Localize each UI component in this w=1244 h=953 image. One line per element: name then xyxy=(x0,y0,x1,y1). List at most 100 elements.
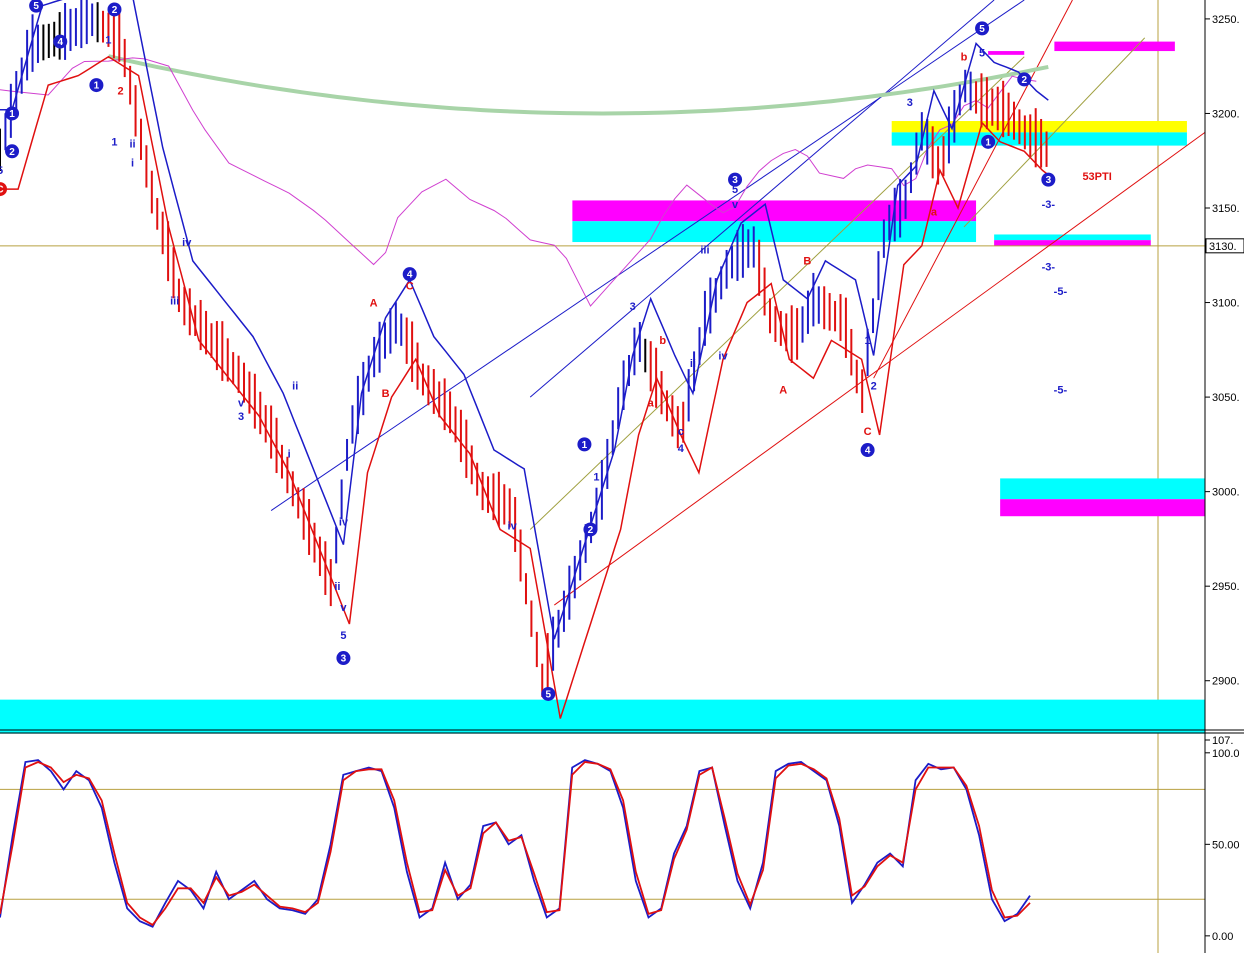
wave-circle-label: 2 xyxy=(583,522,598,537)
osc-tick-label: 107. xyxy=(1212,735,1233,747)
price-panel: 5121iiiiviiiv3iiiiviiv5ABCiv13bac4iiiiii… xyxy=(0,0,1206,953)
wave-circle-text: 1 xyxy=(94,81,100,92)
wave-circle-text: 2 xyxy=(112,5,118,16)
price-zone xyxy=(1000,499,1205,517)
wave-circle-text: 2 xyxy=(9,147,15,158)
wave-label: -5- xyxy=(1054,286,1068,298)
price-zone xyxy=(1054,41,1175,52)
wave-circle-text: 1 xyxy=(9,109,15,120)
price-zone xyxy=(891,132,1187,146)
wave-circle-label: 4 xyxy=(402,267,417,282)
price-zone xyxy=(994,240,1151,246)
wave-circle-text: 5 xyxy=(33,1,39,12)
pti-annotation: 53PTI xyxy=(1082,171,1111,183)
last-price-label: 3130. xyxy=(1209,241,1237,253)
wave-label: b xyxy=(961,52,968,64)
wave-circle-text: 2 xyxy=(1021,75,1027,86)
wave-label: ii xyxy=(129,138,135,150)
wave-circle-text: 4 xyxy=(865,446,871,457)
wave-circle-label: 2 xyxy=(5,144,20,159)
wave-label: B xyxy=(803,256,811,268)
oscillator-series-line xyxy=(0,759,1031,928)
wave-circle-label: 5 xyxy=(541,686,556,701)
wave-label: v xyxy=(732,199,739,211)
wave-label: 2 xyxy=(117,86,123,98)
wave-label: 1 xyxy=(111,137,117,149)
wave-circle-text: 3 xyxy=(1046,175,1052,186)
lower-band xyxy=(0,55,1049,719)
wave-circle-text: 1 xyxy=(582,440,588,451)
chart-canvas: 5121iiiiviiiv3iiiiviiv5ABCiv13bac4iiiiii… xyxy=(0,0,1244,953)
price-zone xyxy=(994,234,1151,241)
wave-label: 1 xyxy=(105,34,111,46)
wave-label: 4 xyxy=(678,443,685,455)
wave-label: iv xyxy=(339,517,349,529)
price-zone xyxy=(1000,478,1205,500)
osc-tick-label: 50.00 xyxy=(1212,839,1240,851)
oscillator-series-line xyxy=(0,761,1031,927)
wave-circle-text: 3 xyxy=(732,175,738,186)
osc-tick-label: 0.00 xyxy=(1212,931,1233,943)
y-tick-label: 3250. xyxy=(1212,14,1240,26)
price-zone xyxy=(988,51,1025,55)
wave-label: 2 xyxy=(871,381,877,393)
wave-label: iii xyxy=(700,244,709,256)
wave-circle-label: 1 xyxy=(577,437,592,452)
wave-label: iii xyxy=(170,295,179,307)
wave-circle-text: 1 xyxy=(985,137,991,148)
wave-label: i xyxy=(288,449,291,461)
wave-label: iv xyxy=(508,520,518,532)
wave-label: iv xyxy=(182,237,192,249)
wave-label: 3 xyxy=(907,97,913,109)
wave-label: 5 xyxy=(0,165,3,177)
price-zone xyxy=(572,200,977,222)
y-tick-label: 2950. xyxy=(1212,581,1240,593)
wave-circle-label: 3 xyxy=(728,172,743,187)
wave-circle-text: C xyxy=(0,185,4,196)
price-zone xyxy=(891,121,1187,133)
wave-label: B xyxy=(382,388,390,400)
wave-label: 5 xyxy=(340,630,346,642)
wave-label: ii xyxy=(334,581,340,593)
wave-label: C xyxy=(864,426,872,438)
wave-label: v xyxy=(238,398,245,410)
wave-circle-label: 3 xyxy=(1041,172,1056,187)
wave-label: A xyxy=(779,384,787,396)
wave-label: ii xyxy=(690,358,696,370)
wave-circle-text: 5 xyxy=(545,689,551,700)
wave-label: 3 xyxy=(238,411,244,423)
wave-label: A xyxy=(370,297,378,309)
y-tick-label: 3200. xyxy=(1212,108,1240,120)
trendline xyxy=(529,56,1025,530)
wave-label: -3- xyxy=(1042,199,1056,211)
wave-label: C xyxy=(406,280,414,292)
y-tick-label: 3150. xyxy=(1212,203,1240,215)
y-tick-label: 3000. xyxy=(1212,487,1240,499)
wave-circle-text: 3 xyxy=(341,654,347,665)
wave-circle-label: 4 xyxy=(53,34,68,49)
wave-label: 3 xyxy=(630,301,636,313)
wave-circle-label: 3 xyxy=(336,651,351,666)
wave-label: -3- xyxy=(1042,261,1056,273)
wave-circle-label: C xyxy=(0,182,7,197)
wave-label: a xyxy=(931,207,938,219)
wave-label: 1 xyxy=(593,471,599,483)
wave-circle-label: 1 xyxy=(981,134,996,149)
wave-circle-label: 5 xyxy=(975,21,990,36)
osc-tick-label: 100.0 xyxy=(1212,748,1240,760)
wave-circle-text: 5 xyxy=(979,24,985,35)
trendline xyxy=(529,0,995,398)
y-tick-label: 3050. xyxy=(1212,392,1240,404)
wave-label: c xyxy=(678,426,684,438)
wave-circle-label: 4 xyxy=(860,443,875,458)
wave-label: 5 xyxy=(979,48,985,60)
wave-label: 1 xyxy=(865,335,871,347)
wave-circle-text: 4 xyxy=(57,37,63,48)
wave-label: b xyxy=(659,335,666,347)
wave-label: v xyxy=(340,602,347,614)
wave-circle-label: 1 xyxy=(5,106,20,121)
oscillator-panel xyxy=(0,759,1205,928)
wave-circle-text: 2 xyxy=(588,525,594,536)
wave-label: i xyxy=(131,157,134,169)
wave-circle-label: 1 xyxy=(89,78,104,93)
